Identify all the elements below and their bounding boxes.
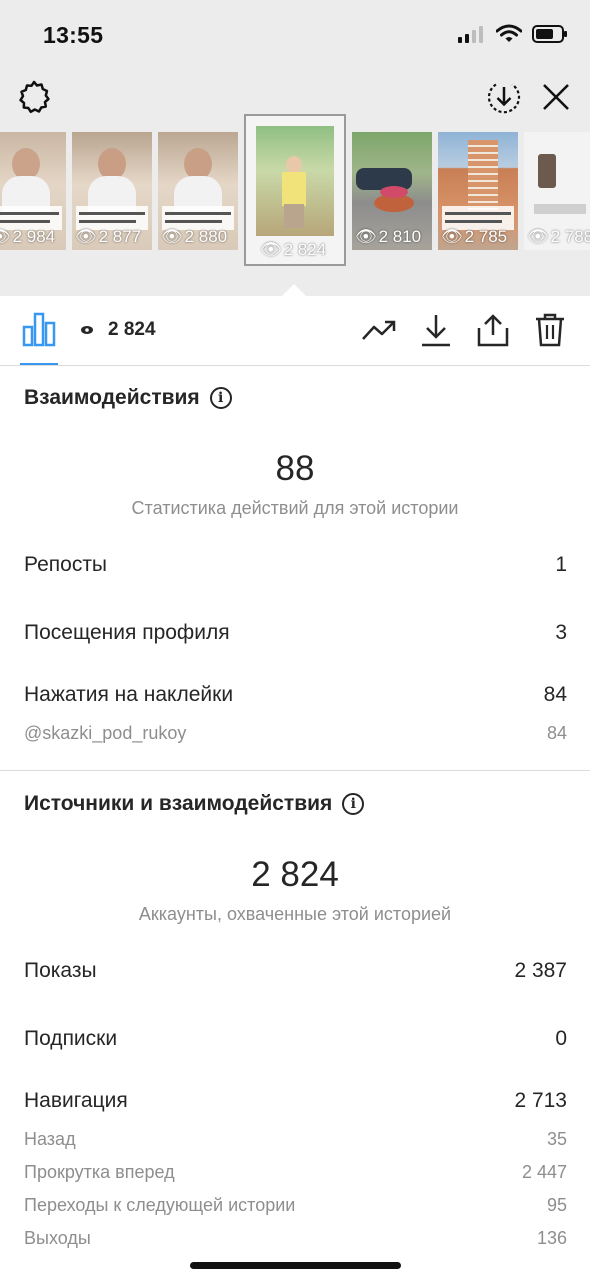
signal-icon — [458, 26, 483, 43]
share-button[interactable] — [474, 311, 512, 349]
stat-row-sticker-mention: @skazki_pod_rukoy 84 — [24, 723, 567, 743]
insights-tab[interactable] — [20, 311, 58, 365]
stat-row-follows: Подписки 0 — [24, 1027, 567, 1050]
section-divider — [0, 770, 590, 771]
share-icon — [477, 314, 509, 347]
info-icon[interactable]: i — [209, 387, 232, 409]
info-icon[interactable]: i — [342, 793, 365, 815]
home-indicator[interactable] — [190, 1262, 401, 1269]
promote-button[interactable] — [360, 311, 398, 349]
story-thumbnail[interactable]: 👁 2 785 — [438, 132, 518, 250]
close-button[interactable] — [537, 78, 575, 116]
selected-pointer — [281, 284, 307, 297]
stat-row-profile-visits: Посещения профиля 3 — [24, 621, 567, 644]
interactions-section-title: Взаимодействия i — [24, 386, 232, 410]
sources-caption: Аккаунты, охваченные этой историей — [138, 904, 452, 924]
interactions-caption: Статистика действий для этой истории — [131, 498, 459, 518]
status-time: 13:55 — [43, 22, 104, 48]
story-thumbnail[interactable]: 👁 2 810 — [352, 132, 432, 250]
close-icon — [543, 84, 569, 110]
status-icons — [458, 24, 568, 44]
stat-row-impressions: Показы 2 387 — [24, 959, 567, 982]
eye-icon: 👁 — [441, 227, 463, 246]
bar-chart-icon — [22, 312, 56, 347]
eye-icon: 👁 — [0, 227, 11, 247]
story-thumbnail[interactable]: 👁2 984 — [0, 132, 66, 250]
thumbnail-views: 👁2 984 — [0, 227, 55, 247]
eye-icon: 👁 — [355, 227, 377, 246]
eye-icon: 👁 — [260, 240, 282, 259]
download-icon — [422, 315, 450, 347]
nav-row-forward: Прокрутка вперед 2 447 — [24, 1162, 567, 1182]
eye-icon: 👁 — [527, 227, 549, 246]
delete-button[interactable] — [531, 311, 569, 349]
thumbnail-views: 👁 2 824 — [260, 240, 327, 259]
thumbnail-views: 👁 2 810 — [355, 227, 422, 246]
stat-row-navigation: Навигация 2 713 — [24, 1089, 567, 1112]
thumbnail-views: 👁 2 880 — [161, 227, 228, 246]
save-story-button[interactable] — [485, 78, 523, 116]
thumbnail-views: 👁 2 877 — [75, 227, 142, 246]
gear-icon — [19, 80, 50, 114]
wifi-icon — [496, 24, 522, 42]
story-thumbnails: 👁2 984 👁2 877 👁2 880 👁2 824 — [0, 114, 590, 274]
viewers-count[interactable]: 2 824 — [80, 319, 156, 341]
stat-row-sticker-taps: Нажатия на наклейки 84 — [24, 683, 567, 706]
download-button[interactable] — [417, 311, 455, 349]
battery-icon — [532, 25, 567, 43]
story-thumbnail[interactable]: 👁 2 880 — [158, 132, 238, 250]
nav-row-back: Назад 35 — [24, 1129, 567, 1149]
eye-icon: 👁 — [161, 227, 183, 246]
sources-total: 2 824 — [251, 855, 339, 894]
interactions-total: 88 — [275, 449, 315, 488]
thumbnail-views: 👁 2 785 — [441, 227, 508, 246]
eye-icon — [81, 326, 93, 334]
story-thumbnail[interactable]: 👁 2 788 — [524, 132, 590, 250]
eye-icon: 👁 — [75, 227, 97, 246]
trash-icon — [536, 313, 564, 347]
nav-row-exits: Выходы 136 — [24, 1228, 567, 1248]
nav-row-next-story: Переходы к следующей истории 95 — [24, 1195, 567, 1215]
trend-up-icon — [362, 320, 396, 340]
download-circle-icon — [487, 83, 521, 114]
settings-button[interactable] — [15, 78, 53, 116]
sources-section-title: Источники и взаимодействия i — [24, 792, 365, 816]
story-thumbnail-selected[interactable]: 👁 2 824 — [244, 114, 346, 266]
story-thumbnail[interactable]: 👁 2 877 — [72, 132, 152, 250]
thumbnail-views: 👁 2 788 — [527, 227, 590, 246]
stat-row-reposts: Репосты 1 — [24, 553, 567, 576]
story-header-area: 13:55 2 984 👁 2 877 👁 2 880 👁 2 824 👁 2 … — [0, 0, 590, 296]
insights-toolbar: 2 824 — [0, 297, 590, 366]
